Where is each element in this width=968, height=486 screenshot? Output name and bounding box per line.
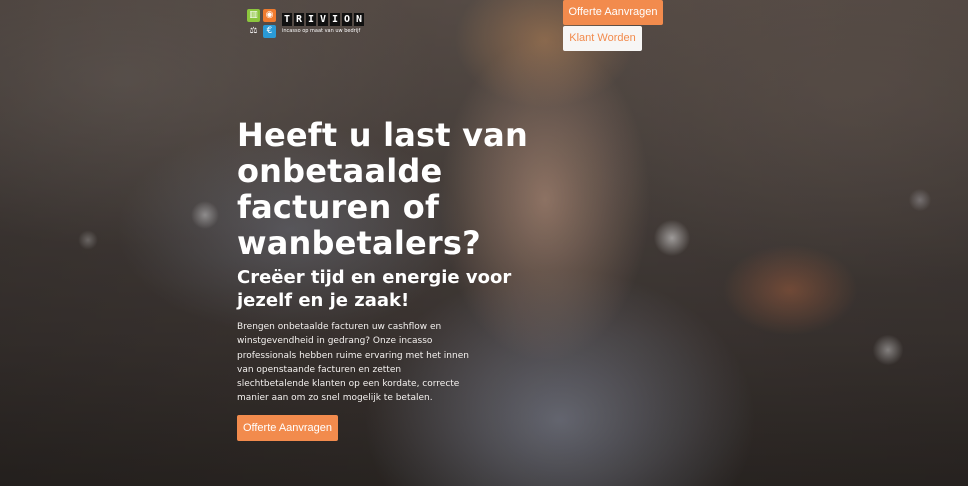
piggy-bank-icon: ◉	[263, 9, 276, 22]
hero-quote-button[interactable]: Offerte Aanvragen	[237, 415, 338, 441]
hero-body-text: Brengen onbetaalde facturen uw cashflow …	[237, 322, 469, 404]
nav-become-client-button[interactable]: Klant Worden	[563, 26, 642, 51]
gavel-icon: ⚖	[249, 26, 258, 36]
logo-wordmark: T R I V I O N incasso op maat van uw bed…	[282, 13, 364, 34]
logo-letter: O	[342, 13, 352, 26]
hero-subtitle: Creëer tijd en energie voor jezelf en je…	[237, 267, 512, 311]
hero-title: Heeft u last van onbetaalde facturen of …	[237, 116, 528, 262]
logo-tagline: incasso op maat van uw bedrijf	[282, 28, 361, 34]
logo-letter: V	[318, 13, 328, 26]
nav-quote-button[interactable]: Offerte Aanvragen	[563, 0, 663, 25]
euro-icon: €	[263, 25, 276, 38]
logo-letter: I	[330, 13, 340, 26]
trivion-logo[interactable]: ▥ ◉ ⚖ € T R I V I O N incasso op maat va…	[247, 9, 364, 38]
logo-letter: N	[354, 13, 364, 26]
logo-icon-grid: ▥ ◉ ⚖ €	[247, 9, 276, 38]
logo-letter: I	[306, 13, 316, 26]
document-icon: ▥	[247, 9, 260, 22]
logo-letter: R	[294, 13, 304, 26]
logo-letters: T R I V I O N	[282, 13, 364, 26]
logo-letter: T	[282, 13, 292, 26]
